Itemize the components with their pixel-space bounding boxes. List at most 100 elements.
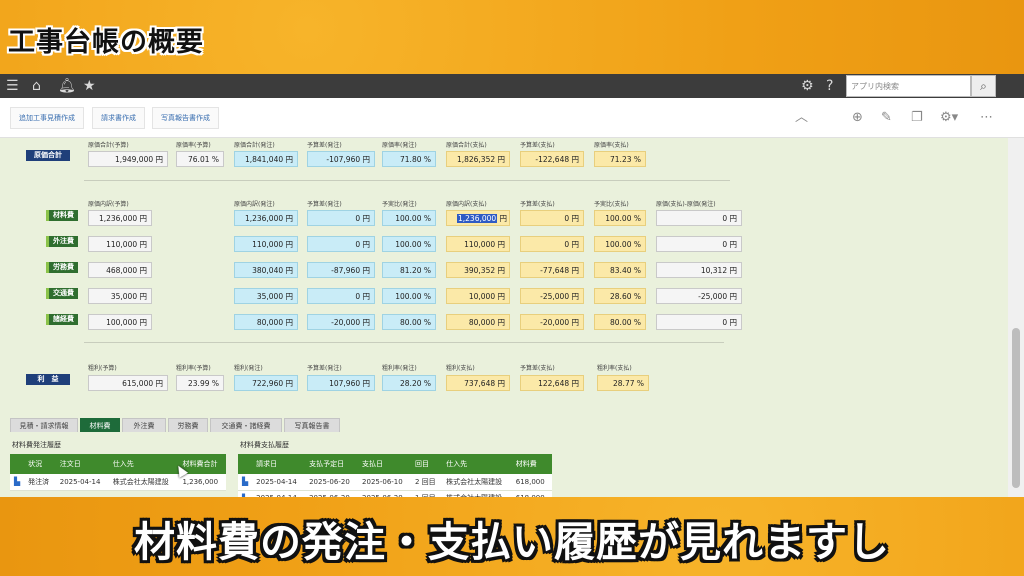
row-label-labor: 労務費 bbox=[46, 262, 78, 273]
field-label: 原価合計(支払) bbox=[446, 142, 487, 149]
scrollbar-thumb[interactable] bbox=[1012, 328, 1020, 488]
field-value: -77,648 円 bbox=[520, 262, 584, 278]
more-icon[interactable]: ⋯ bbox=[980, 109, 993, 127]
tab-transport-misc[interactable]: 交通費・諸経費 bbox=[210, 418, 282, 432]
vertical-scrollbar[interactable] bbox=[1008, 138, 1024, 504]
field-label: 粗利(予算) bbox=[88, 365, 117, 372]
settings-dropdown-icon[interactable]: ⚙▾ bbox=[940, 109, 958, 127]
field-value: 122,648 円 bbox=[520, 375, 584, 391]
table-row[interactable]: ▙ 2025-04-14 2025-06-20 2025-06-10 2 回目 … bbox=[238, 474, 552, 491]
document-icon[interactable]: ▙ bbox=[238, 474, 253, 491]
edit-icon[interactable]: ✎ bbox=[881, 109, 892, 127]
gear-icon[interactable]: ⚙ bbox=[801, 77, 814, 95]
field-value: 80.00 % bbox=[594, 314, 646, 330]
column-header: 仕入先 bbox=[442, 454, 512, 474]
column-header: 状況 bbox=[24, 454, 56, 474]
field-label: 粗利率(支払) bbox=[597, 365, 632, 372]
field-value: 1,236,000 円 bbox=[234, 210, 298, 226]
field-value: 468,000 円 bbox=[88, 262, 152, 278]
app-search-input[interactable]: アプリ内検索 bbox=[846, 75, 971, 97]
field-label: 原価率(予算) bbox=[176, 142, 211, 149]
column-header: 原価内訳(支払) bbox=[446, 201, 487, 208]
field-value: 100.00 % bbox=[382, 210, 436, 226]
field-value: 71.80 % bbox=[382, 151, 436, 167]
field-value: 380,040 円 bbox=[234, 262, 298, 278]
field-value: 35,000 円 bbox=[88, 288, 152, 304]
field-value: 615,000 円 bbox=[88, 375, 168, 391]
field-label: 粗利(支払) bbox=[446, 365, 475, 372]
search-icon[interactable]: ⌕ bbox=[971, 75, 996, 97]
field-value: 71.23 % bbox=[594, 151, 646, 167]
field-label: 粗利(発注) bbox=[234, 365, 263, 372]
star-icon[interactable]: ★ bbox=[83, 77, 96, 95]
field-value-selected[interactable]: 1,236,000 円 bbox=[446, 210, 510, 226]
field-value: 81.20 % bbox=[382, 262, 436, 278]
menu-icon[interactable]: ☰ bbox=[6, 77, 19, 95]
column-header: 予算差(発注) bbox=[307, 201, 342, 208]
field-value: 110,000 円 bbox=[88, 236, 152, 252]
field-label: 原価合計(予算) bbox=[88, 142, 129, 149]
document-icon[interactable]: ▙ bbox=[10, 474, 25, 491]
create-photo-report-button[interactable]: 写真報告書作成 bbox=[152, 107, 219, 129]
plus-icon[interactable]: ⊕ bbox=[852, 109, 863, 127]
row-label-transport: 交通費 bbox=[46, 288, 78, 299]
tab-photo-report[interactable]: 写真報告書 bbox=[284, 418, 340, 432]
column-header: 原価(支払)-原価(発注) bbox=[656, 201, 716, 208]
column-header: 支払予定日 bbox=[305, 454, 359, 474]
field-value: 28.60 % bbox=[594, 288, 646, 304]
create-invoice-button[interactable]: 請求書作成 bbox=[92, 107, 145, 129]
field-value: 28.20 % bbox=[382, 375, 436, 391]
field-value: 0 円 bbox=[520, 210, 584, 226]
tab-outsourcing[interactable]: 外注費 bbox=[122, 418, 166, 432]
create-additional-estimate-button[interactable]: 追加工事見積作成 bbox=[10, 107, 84, 129]
home-icon[interactable]: ⌂ bbox=[32, 77, 41, 95]
field-value: 0 円 bbox=[307, 210, 375, 226]
field-value: 10,312 円 bbox=[656, 262, 742, 278]
field-value: 107,960 円 bbox=[307, 375, 375, 391]
column-header: 請求日 bbox=[252, 454, 306, 474]
field-value: 83.40 % bbox=[594, 262, 646, 278]
field-label: 原価合計(発注) bbox=[234, 142, 275, 149]
column-header: 支払日 bbox=[358, 454, 411, 474]
row-label-misc: 諸経費 bbox=[46, 314, 78, 325]
column-header: 予実比(支払) bbox=[594, 201, 629, 208]
column-header: 仕入先 bbox=[108, 454, 179, 474]
tab-material[interactable]: 材料費 bbox=[80, 418, 120, 432]
field-value: 80.00 % bbox=[382, 314, 436, 330]
order-history-table: 状況 注文日 仕入先 材料費合計 ▙ 発注済 2025-04-14 株式会社太陽… bbox=[10, 454, 226, 491]
tab-labor[interactable]: 労務費 bbox=[168, 418, 208, 432]
tab-estimate-invoice[interactable]: 見積・請求情報 bbox=[10, 418, 78, 432]
field-value: 0 円 bbox=[656, 314, 742, 330]
field-value: 100.00 % bbox=[594, 236, 646, 252]
divider bbox=[84, 180, 730, 181]
record-toolbar: 追加工事見積作成 請求書作成 写真報告書作成 ︿ ⊕ ✎ ❐ ⚙▾ ⋯ bbox=[0, 98, 1024, 138]
column-header: 材料費 bbox=[511, 454, 552, 474]
table-cell: 株式会社太陽建設 bbox=[442, 474, 512, 491]
field-value: 0 円 bbox=[656, 236, 742, 252]
row-label-outsourcing: 外注費 bbox=[46, 236, 78, 247]
table-row[interactable]: ▙ 発注済 2025-04-14 株式会社太陽建設 1,236,000 bbox=[10, 474, 226, 491]
field-label: 予算差(支払) bbox=[520, 365, 555, 372]
bell-icon[interactable]: 🔔︎ bbox=[58, 77, 76, 95]
table-cell: 発注済 bbox=[24, 474, 56, 491]
table-cell: 2025-06-10 bbox=[358, 474, 411, 491]
field-value: 80,000 円 bbox=[446, 314, 510, 330]
field-value: 100.00 % bbox=[382, 236, 436, 252]
field-value: 0 円 bbox=[307, 288, 375, 304]
row-label-material: 材料費 bbox=[46, 210, 78, 221]
chevron-up-icon[interactable]: ︿ bbox=[795, 109, 808, 127]
column-header: 予算差(支払) bbox=[520, 201, 555, 208]
divider bbox=[84, 342, 724, 343]
top-navigation-bar: ☰ ⌂ 🔔︎ ★ ⚙ ? アプリ内検索 ⌕ bbox=[0, 74, 1024, 98]
help-icon[interactable]: ? bbox=[826, 77, 833, 95]
column-header: 原価内訳(発注) bbox=[234, 201, 275, 208]
field-value: -107,960 円 bbox=[307, 151, 375, 167]
video-subtitle: 材料費の発注・支払い履歴が見れますし bbox=[134, 518, 890, 566]
column-header: 回目 bbox=[410, 454, 443, 474]
table-header-row: 請求日 支払予定日 支払日 回目 仕入先 材料費 bbox=[238, 454, 552, 474]
copy-icon[interactable]: ❐ bbox=[911, 109, 923, 127]
field-label: 予算差(発注) bbox=[307, 365, 342, 372]
field-value: 100.00 % bbox=[594, 210, 646, 226]
table-header-spacer bbox=[10, 454, 25, 474]
field-value: 110,000 円 bbox=[446, 236, 510, 252]
